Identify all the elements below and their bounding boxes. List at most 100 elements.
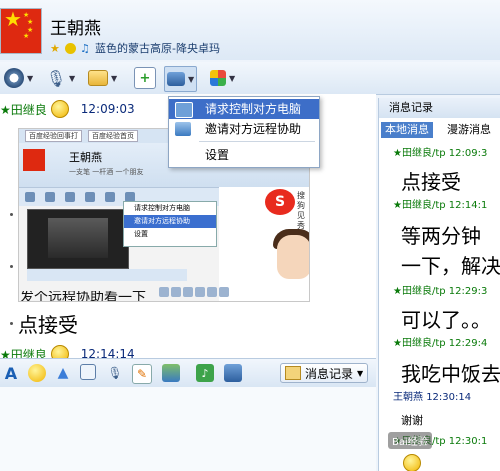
chevron-down-icon: ▼: [27, 73, 34, 83]
embedded-bottom-icons: [159, 287, 289, 301]
message-input[interactable]: [0, 387, 376, 471]
embedded-menu-item: 请求控制对方电脑: [134, 204, 190, 212]
remote-desktop-icon: [167, 72, 185, 86]
message-text: 发个远程协助看一下: [20, 291, 146, 301]
voice-message-icon[interactable]: 🎙: [106, 364, 124, 382]
cartoon-face: [277, 235, 309, 279]
embedded-video-bar: [27, 269, 187, 281]
chat-toolbar: ▼ 🎙 ▼ ▼ + ▼ ▼: [0, 62, 500, 95]
tab-roaming-messages[interactable]: 漫游消息: [443, 122, 495, 138]
history-panel: 消息记录 本地消息 漫游消息 ★田继良/tp 12:09:3 点接受 ★田继良/…: [378, 98, 500, 471]
remote-assist-icon: [175, 122, 191, 136]
menu-item-label: 请求控制对方电脑: [205, 102, 302, 116]
shake-icon[interactable]: ▲: [54, 364, 72, 382]
embedded-video: [27, 209, 129, 269]
history-entry-header: ★田继良/tp 12:29:4: [393, 338, 488, 349]
voice-call-button[interactable]: 🎙 ▼: [46, 66, 75, 90]
history-entry-text: 我吃中饭去: [401, 362, 500, 386]
scribble-icon[interactable]: ✎: [132, 364, 152, 384]
apps-grid-icon: [210, 70, 226, 86]
embedded-tab: 百度经验回事打: [25, 130, 82, 142]
embedded-name: 王朝燕: [69, 151, 102, 164]
sohu-logo-icon: S: [265, 189, 295, 215]
font-icon[interactable]: A: [2, 364, 20, 383]
message-time: 12:09:03: [80, 102, 135, 116]
apps-button[interactable]: ▼: [210, 66, 235, 90]
message-text: 点接受: [18, 313, 78, 337]
menu-item-invite-assist[interactable]: 邀请对方远程协助: [169, 119, 319, 139]
embedded-tool-icon: [85, 192, 95, 202]
message-header: ★田继良 12:09:03: [0, 100, 135, 118]
history-entry-header: ★田继良/tp 12:09:3: [393, 148, 488, 159]
history-icon: [285, 366, 301, 380]
embedded-tab: 百度经验首页: [88, 130, 138, 142]
music-icon[interactable]: ♪: [196, 364, 214, 382]
chevron-down-icon: ▼: [111, 73, 118, 83]
menu-item-request-control[interactable]: 请求控制对方电脑: [169, 99, 319, 119]
contact-avatar[interactable]: ★ ★ ★ ★ ★: [0, 8, 42, 54]
qq-badge-icon: [65, 42, 76, 54]
remote-assist-button[interactable]: ▼: [164, 66, 198, 92]
history-entry-header: ★田继良/tp 12:14:1: [393, 200, 488, 211]
embedded-menu-item: 设置: [134, 230, 148, 238]
history-entry-header: ★田继良/tp 12:29:3: [393, 286, 488, 297]
camera-icon: [4, 68, 24, 88]
music-note-icon: ♫: [80, 41, 90, 55]
history-entry-text: 谢谢: [401, 414, 423, 427]
send-file-button[interactable]: ▼: [88, 66, 117, 90]
tab-local-messages[interactable]: 本地消息: [381, 122, 433, 138]
folder-icon: [88, 70, 108, 86]
embedded-menu-item: 邀请对方远程协助: [124, 215, 216, 228]
embedded-tool-icon: [45, 192, 55, 202]
remote-control-icon: [175, 102, 193, 118]
chevron-down-icon: ▼: [188, 74, 195, 84]
chat-header: ★ ★ ★ ★ ★ 王朝燕 ★ ♫ 蓝色的蒙古高原-降央卓玛: [0, 0, 500, 60]
menu-item-label: 邀请对方远程协助: [205, 122, 302, 136]
embedded-menu: 请求控制对方电脑 邀请对方远程协助 设置: [123, 201, 217, 247]
embedded-avatar: [23, 149, 45, 171]
remote-assist-menu: 请求控制对方电脑 邀请对方远程协助 设置: [168, 96, 320, 168]
add-app-icon: +: [134, 67, 156, 89]
history-entry-text: 一下，解决: [401, 254, 500, 278]
add-app-button[interactable]: +: [134, 66, 156, 90]
history-entry-text: 点接受: [401, 170, 461, 194]
history-entry-text: 等两分钟: [401, 224, 481, 248]
history-label: 消息记录: [305, 366, 354, 381]
watermark: Bai经验: [388, 432, 432, 449]
image-icon[interactable]: [162, 364, 180, 382]
screen-share-icon[interactable]: [224, 364, 242, 382]
chevron-down-icon: ▼: [229, 73, 236, 83]
embedded-signature: 一支笔 一杆酒 一个朋友: [69, 168, 144, 176]
screenshot-icon[interactable]: [80, 364, 96, 380]
menu-item-settings[interactable]: 设置: [169, 145, 319, 165]
menu-item-label: 设置: [205, 148, 230, 162]
menu-separator: [199, 141, 315, 142]
chevron-down-icon: ▼: [69, 73, 76, 83]
flag-star-icon: ★: [4, 8, 22, 31]
message-history-button[interactable]: 消息记录 ▼: [280, 363, 368, 383]
input-toolbar: A ▲ 🎙 ✎ ♪ 消息记录 ▼: [0, 358, 376, 387]
history-panel-title: 消息记录: [379, 98, 500, 118]
history-entry-header: 王朝燕 12:30:14: [393, 392, 472, 403]
microphone-icon: 🎙: [45, 68, 67, 88]
sohu-text: 搜狗 见秀: [297, 191, 305, 230]
bullet-dot: [10, 322, 13, 325]
flag-star-icon: ★: [23, 32, 30, 40]
emoji-icon[interactable]: [28, 364, 46, 382]
star-badge-icon: ★: [50, 41, 60, 55]
contact-name: 王朝燕: [50, 19, 101, 39]
signature-row: ★ ♫ 蓝色的蒙古高原-降央卓玛: [50, 40, 220, 56]
bullet-dot: [10, 265, 13, 268]
history-tabs: 本地消息 漫游消息: [379, 120, 500, 138]
sender-name: ★田继良: [0, 102, 47, 117]
bullet-dot: [10, 213, 13, 216]
embedded-tool-icon: [105, 192, 115, 202]
signature-text: 蓝色的蒙古高原-降央卓玛: [95, 42, 220, 55]
video-call-button[interactable]: ▼: [4, 66, 33, 90]
flag-star-icon: ★: [27, 18, 34, 26]
chevron-down-icon: ▼: [357, 368, 364, 378]
embedded-tool-icon: [65, 192, 75, 202]
history-entry-text: 可以了。。: [401, 308, 491, 332]
smiley-icon: [403, 454, 421, 471]
embedded-tool-icon: [25, 192, 35, 202]
